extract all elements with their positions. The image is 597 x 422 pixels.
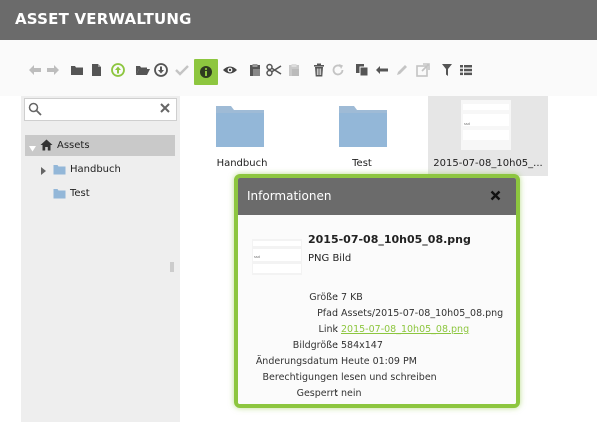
forward-icon[interactable] <box>45 62 61 78</box>
prop-value: 7 KB <box>341 292 363 303</box>
prop-label: Größe <box>309 292 338 303</box>
svg-text:ssd: ssd <box>464 122 470 126</box>
prop-separator: : <box>335 388 339 399</box>
file-link[interactable]: 2015-07-08_10h05_08.png <box>341 324 469 335</box>
file-icon[interactable] <box>88 62 104 78</box>
prop-separator: : <box>335 308 339 319</box>
copy-icon[interactable] <box>354 62 370 78</box>
paste-disabled-icon[interactable] <box>286 62 302 78</box>
resize-icon[interactable] <box>415 62 431 78</box>
expand-triangle-icon[interactable] <box>41 165 46 178</box>
file-label: 2015-07-08_10h05_... <box>433 158 543 169</box>
prop-value: nein <box>341 388 362 399</box>
prop-separator: : <box>335 372 339 383</box>
trash-icon[interactable] <box>311 62 327 78</box>
prop-row-gesperrt: Gesperrt : nein <box>238 388 516 404</box>
dialog-title: Informationen <box>247 189 332 203</box>
clear-search-icon[interactable] <box>159 102 171 117</box>
prop-label: Bildgröße <box>292 340 338 351</box>
folder-icon <box>53 164 66 178</box>
folder-icon <box>216 106 264 147</box>
search-input[interactable] <box>24 98 177 121</box>
image-thumbnail: ssd <box>252 239 302 275</box>
tree-label-assets: Assets <box>57 140 90 151</box>
prop-separator: : <box>335 340 339 351</box>
tree-item-handbuch[interactable]: Handbuch <box>70 164 121 175</box>
prop-value: 584x147 <box>341 340 383 351</box>
back-icon[interactable] <box>27 62 43 78</box>
check-icon[interactable] <box>174 62 190 78</box>
search-icon <box>28 102 42 119</box>
edit-icon[interactable] <box>394 62 410 78</box>
folder-open-icon[interactable] <box>135 62 151 78</box>
info-file-name: 2015-07-08_10h05_08.png <box>308 233 471 246</box>
filter-icon[interactable] <box>439 62 455 78</box>
file-label: Handbuch <box>216 158 268 169</box>
download-icon[interactable] <box>153 62 169 78</box>
rename-icon[interactable] <box>374 62 390 78</box>
file-item-test[interactable]: Test <box>302 96 422 176</box>
home-icon <box>40 139 53 154</box>
sidebar-resize-handle[interactable] <box>170 262 174 272</box>
info-icon[interactable] <box>194 59 218 85</box>
folder-icon[interactable] <box>69 62 85 78</box>
file-item-image[interactable]: ssd 2015-07-08_10h05_... <box>428 96 548 176</box>
app-title: ASSET VERWALTUNG <box>15 10 192 28</box>
prop-separator: : <box>335 292 339 303</box>
tree-item-test[interactable]: Test <box>70 188 90 199</box>
dialog-header: Informationen <box>238 178 516 215</box>
prop-value: Assets/2015-07-08_10h05_08.png <box>341 308 504 319</box>
prop-label: Änderungsdatum <box>255 356 338 367</box>
image-thumbnail: ssd <box>461 100 511 150</box>
collapse-triangle-icon[interactable] <box>29 142 36 155</box>
prop-row-link: Link : 2015-07-08_10h05_08.png <box>238 324 516 340</box>
cut-icon[interactable] <box>266 62 282 78</box>
prop-value: lesen und schreiben <box>341 372 437 383</box>
svg-text:ssd: ssd <box>254 255 260 259</box>
prop-row-bildgroesse: Bildgröße : 584x147 <box>238 340 516 356</box>
info-dialog: Informationen ssd 2015-07-08_10h05_08.pn… <box>234 174 520 408</box>
paste-icon[interactable] <box>247 62 263 78</box>
prop-row-aenderungsdatum: Änderungsdatum : Heute 01:09 PM <box>238 356 516 372</box>
prop-row-groesse: Größe : 7 KB <box>238 292 516 308</box>
eye-icon[interactable] <box>222 62 238 78</box>
prop-value: Heute 01:09 PM <box>341 356 417 367</box>
app-header: ASSET VERWALTUNG <box>0 0 597 40</box>
close-icon[interactable] <box>490 190 501 204</box>
file-label: Test <box>352 158 372 169</box>
prop-label: Gesperrt <box>296 388 338 399</box>
prop-row-pfad: Pfad : Assets/2015-07-08_10h05_08.png <box>238 308 516 324</box>
file-item-handbuch[interactable]: Handbuch <box>182 96 302 176</box>
upload-icon[interactable] <box>110 62 126 78</box>
folder-icon <box>339 106 387 147</box>
prop-separator: : <box>335 356 339 367</box>
info-file-type: PNG Bild <box>308 253 352 264</box>
prop-label: Berechtigungen <box>262 372 338 383</box>
prop-row-berechtigungen: Berechtigungen : lesen und schreiben <box>238 372 516 388</box>
list-view-icon[interactable] <box>458 62 474 78</box>
prop-separator: : <box>335 324 339 335</box>
dialog-body: ssd 2015-07-08_10h05_08.png PNG Bild Grö… <box>238 215 516 404</box>
folder-icon <box>53 188 66 202</box>
refresh-icon[interactable] <box>330 62 346 78</box>
